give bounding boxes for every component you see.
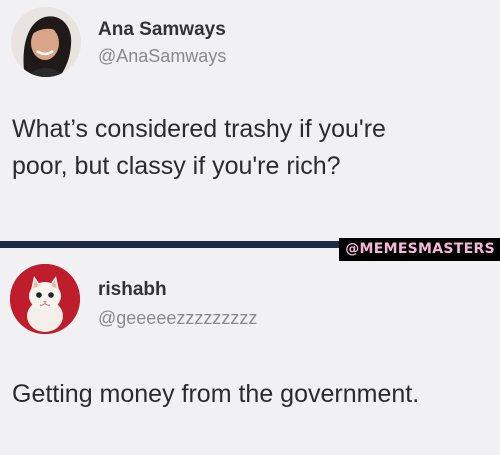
avatar-kitten-photo [10,264,80,334]
tweet-text: Getting money from the government. [12,380,420,408]
author-handle[interactable]: @geeeeezzzzzzzzz [98,308,257,329]
avatar-woman-photo [11,7,81,77]
avatar[interactable] [11,7,81,77]
author-name[interactable]: rishabh [98,279,167,301]
tweet-ana-samways: Ana Samways @AnaSamways What’s considere… [0,0,500,236]
tweet-text: What’s considered trashy if you're poor,… [12,115,386,180]
avatar[interactable] [10,264,80,334]
author-handle[interactable]: @AnaSamways [98,46,226,67]
tweet-rishabh: rishabh @geeeeezzzzzzzzz Getting money f… [0,252,500,455]
author-name[interactable]: Ana Samways [98,19,226,41]
